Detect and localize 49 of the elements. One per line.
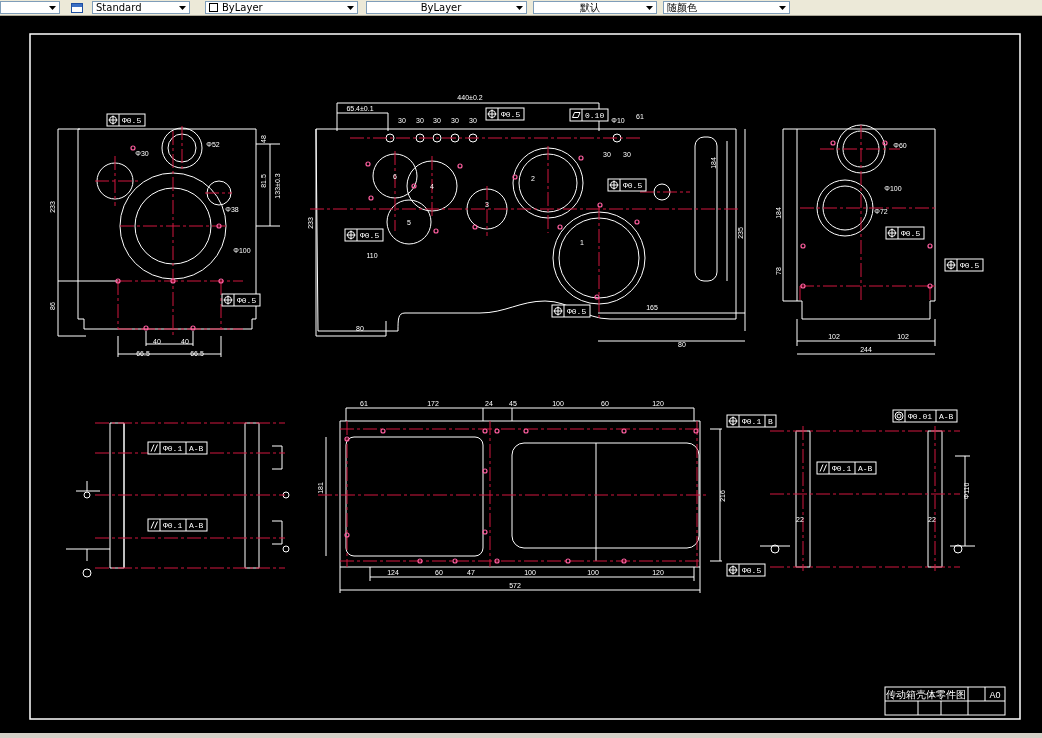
tolerance-frame [147, 518, 208, 532]
sheet-size: A0 [989, 690, 1001, 700]
position-symbol-icon [553, 306, 563, 316]
dropdown[interactable] [0, 1, 60, 14]
dropdown[interactable]: 默认 [533, 1, 657, 14]
tolerance-value: Φ0.1 [832, 464, 852, 473]
position-symbol-icon [346, 230, 356, 240]
position-symbol-icon [887, 228, 897, 238]
tolerance-value: Φ0.5 [901, 229, 921, 238]
caret-icon [179, 6, 186, 10]
text-style-icon [71, 3, 83, 13]
position-symbol-icon [609, 180, 619, 190]
tolerance-value: Φ0.1 [163, 521, 183, 530]
tolerance-value: Φ0.5 [360, 231, 380, 240]
tolerance-value: Φ0.5 [501, 110, 521, 119]
dropdown[interactable]: ByLayer [205, 1, 358, 14]
tolerance-value: 0.10 [585, 111, 605, 120]
tolerance-value: Φ0.5 [237, 296, 257, 305]
flatness-symbol-icon [572, 112, 581, 118]
tolerance-value: Φ0.1 [163, 444, 183, 453]
position-symbol-icon [946, 260, 956, 270]
dropdown[interactable]: ByLayer [366, 1, 527, 14]
datum-label: A-B [939, 412, 954, 421]
tolerance-value: Φ0.5 [742, 566, 762, 575]
caret-icon [347, 6, 354, 10]
position-symbol-icon [728, 565, 738, 575]
drawing-title: 传动箱壳体零件图 [886, 689, 966, 700]
tolerance-value: Φ0.5 [567, 307, 587, 316]
tolerance-value: Φ0.5 [623, 181, 643, 190]
tolerance-value: Φ0.1 [742, 417, 762, 426]
datum-label: A-B [189, 521, 204, 530]
dropdown[interactable]: 随颜色 [663, 1, 790, 14]
tolerance-value: Φ0.5 [122, 116, 142, 125]
tolerance-value: Φ0.5 [960, 261, 980, 270]
square-icon [209, 3, 218, 12]
datum-label: B [768, 417, 773, 426]
tolerance-frame [816, 461, 877, 475]
position-symbol-icon [487, 109, 497, 119]
position-symbol-icon [108, 115, 118, 125]
tolerance-frame [147, 441, 208, 455]
caret-icon [516, 6, 523, 10]
tolerance-frame [569, 108, 609, 122]
caret-icon [646, 6, 653, 10]
tolerance-value: Φ0.01 [908, 412, 932, 421]
caret-icon [779, 6, 786, 10]
datum-label: A-B [189, 444, 204, 453]
datum-label: A-B [858, 464, 873, 473]
caret-icon [49, 6, 56, 10]
position-symbol-icon [223, 295, 233, 305]
